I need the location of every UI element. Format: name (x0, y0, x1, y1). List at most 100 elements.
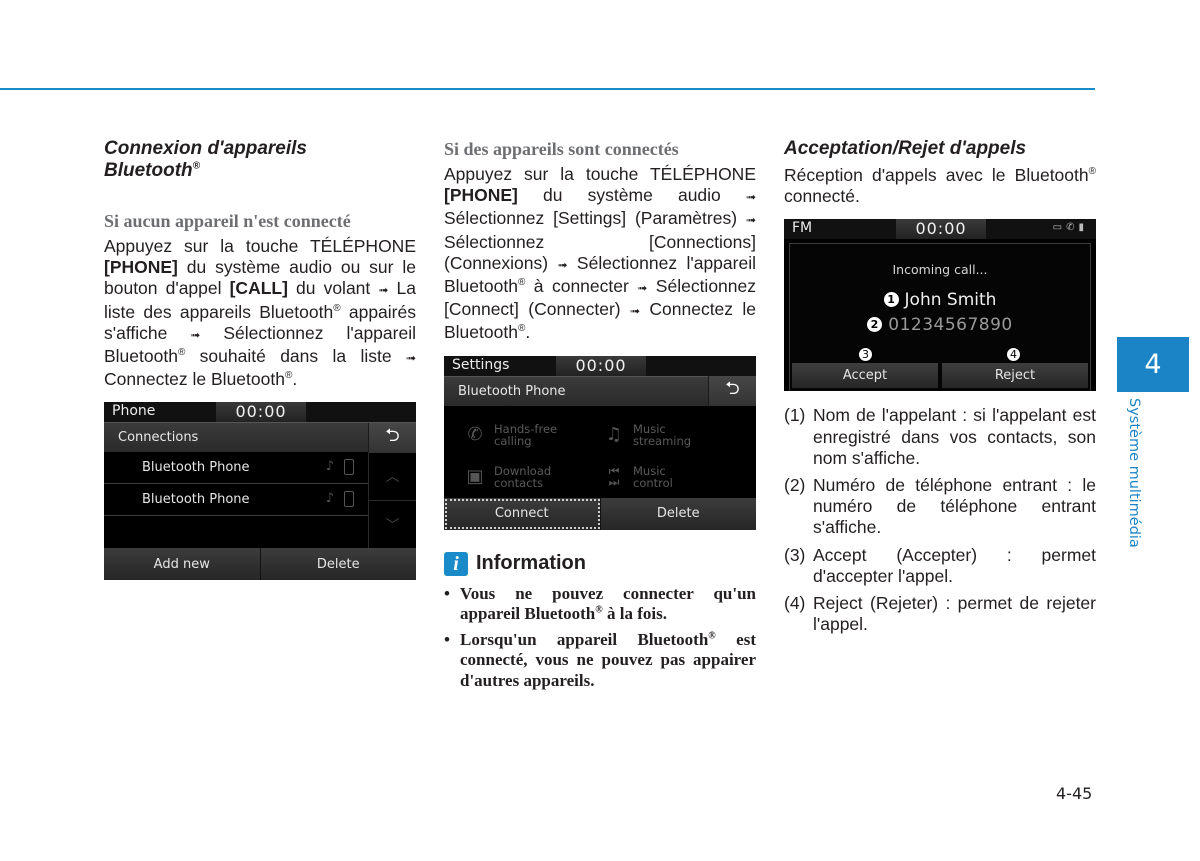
text: . (525, 322, 531, 343)
section-title-text: Bluetooth (104, 160, 193, 181)
back-arrow-icon: ⮌ (725, 378, 740, 400)
back-button[interactable]: ⮌ (708, 376, 756, 407)
text: Sélectionnez [Settings] (Paramètres) (444, 208, 746, 229)
subsection-title: Si aucun appareil n'est connecté (104, 211, 351, 231)
call-key-label: [CALL] (229, 278, 288, 299)
item-number: (4) (784, 593, 806, 614)
section-title: Connexion d'appareils Bluetooth® (104, 138, 416, 182)
audio-icon: ♪ (325, 491, 334, 507)
scroll-down-button[interactable]: ﹀ (369, 501, 416, 549)
callout-4: 4 (1006, 347, 1021, 363)
device-status-icons: ♪ (325, 491, 354, 508)
arrow-icon: ➟ (405, 351, 416, 366)
page-number: 4-45 (1056, 784, 1093, 803)
callout-description: (3) Accept (Accepter) : permet d'accepter… (784, 545, 1096, 587)
registered-mark: ® (1088, 166, 1096, 178)
device-list: Bluetooth Phone ♪ Bluetooth Phone ♪ (104, 452, 368, 548)
delete-button[interactable]: Delete (260, 548, 416, 581)
information-list: Vous ne pouvez connecter qu'un appareil … (444, 584, 756, 692)
feature-label-line2: control (633, 475, 673, 490)
contacts-icon: ▣ (466, 465, 484, 487)
back-button[interactable]: ⮌ (368, 422, 416, 453)
information-header: i Information (444, 551, 756, 576)
accept-button[interactable]: Accept (792, 363, 938, 389)
feature-grid: ✆ Hands-free calling ♫ Music streaming ▣ D… (444, 406, 756, 498)
item-text: Nom de l'appelant : si l'appelant est en… (813, 405, 1096, 468)
text: connecté. (784, 186, 860, 207)
status-title: FM (792, 220, 813, 237)
phone-key-label: [PHONE] (104, 257, 178, 278)
empty-list-row (104, 516, 368, 548)
callout-1: 1 (883, 292, 899, 308)
feature-music-streaming: ♫ Music streaming (603, 414, 742, 456)
phone-icon (344, 491, 354, 508)
feature-label-line2: calling (494, 433, 532, 448)
item-number: (3) (784, 544, 806, 565)
feature-label: Music streaming (633, 423, 691, 447)
column-connect-no-device: Connexion d'appareils Bluetooth® Si aucu… (104, 138, 416, 581)
scroll-controls: ︿ ﹀ (368, 452, 416, 549)
battery-icon: ▭ (1052, 222, 1067, 234)
intro-paragraph: Réception d'appels avec le Bluetooth® co… (784, 165, 1096, 207)
column-connect-existing: Si des appareils sont connectés Appuyez … (444, 138, 756, 696)
add-new-button[interactable]: Add new (104, 548, 261, 581)
status-bar: FM 00:00 ▭✆▮ (784, 219, 1096, 240)
incoming-call-label: Incoming call... (892, 262, 988, 278)
phone-key-label: [PHONE] (444, 185, 518, 206)
registered-mark: ® (595, 604, 603, 616)
device-name: Bluetooth Phone (142, 492, 250, 508)
caller-name: John Smith (904, 290, 997, 311)
callout-2: 2 (867, 317, 883, 333)
callout-description: (4) Reject (Rejeter) : permet de rejeter … (784, 593, 1096, 635)
screen-header: Connections ⮌ (104, 422, 416, 453)
section-title-line2: Bluetooth® (104, 160, 416, 182)
phone-icon (344, 459, 354, 476)
text: souhaité dans la liste (185, 346, 406, 367)
text: Appuyez sur la touche TÉLÉPHONE (104, 236, 416, 256)
screen-header: Bluetooth Phone ⮌ (444, 375, 756, 407)
chapter-tab[interactable]: 4 (1117, 337, 1189, 392)
text: du volant (287, 278, 379, 299)
call-panel: Incoming call... 1 John Smith 2 0123456789… (789, 243, 1091, 392)
registered-mark: ® (333, 302, 341, 314)
feature-music-control: ⏮ ⏭ Music control (603, 456, 742, 498)
callout-description: (2) Numéro de téléphone entrant : le numé… (784, 475, 1096, 539)
item-number: (1) (784, 405, 806, 426)
connect-button[interactable]: Connect (444, 497, 601, 530)
feature-label: Music control (633, 465, 673, 489)
item-text: Numéro de téléphone entrant : le numéro … (813, 475, 1096, 538)
audio-icon: ♪ (325, 459, 334, 475)
device-list-item[interactable]: Bluetooth Phone ♪ (104, 452, 368, 485)
status-bar: Settings 00:00 (444, 355, 756, 376)
text: Appuyez sur la touche TÉLÉPHONE (444, 164, 756, 184)
incoming-call-screen: FM 00:00 ▭✆▮ Incoming call... 1 John Smit… (784, 219, 1096, 392)
device-list-item[interactable]: Bluetooth Phone ♪ (104, 484, 368, 517)
music-streaming-icon: ♫ (605, 423, 623, 445)
delete-button[interactable]: Delete (600, 497, 756, 530)
chapter-title: Système multimédia (1126, 398, 1142, 548)
screen-header-title: Connections (118, 430, 199, 446)
arrow-icon: ➟ (190, 327, 201, 342)
caller-name-row: 1 John Smith (790, 290, 1090, 310)
scroll-up-button[interactable]: ︿ (369, 452, 416, 501)
action-buttons: Connect Delete (444, 497, 756, 530)
subsection-title: Si des appareils sont connectés (444, 139, 679, 159)
bluetooth-settings-screen: Settings 00:00 Bluetooth Phone ⮌ ✆ Hands… (444, 355, 756, 530)
clock: 00:00 (896, 219, 986, 240)
arrow-icon: ➟ (745, 190, 756, 205)
arrow-icon: ➟ (745, 213, 756, 228)
arrow-icon: ➟ (629, 304, 641, 319)
feature-handsfree: ✆ Hands-free calling (464, 414, 603, 456)
clock: 00:00 (216, 402, 306, 423)
arrow-icon: ➟ (637, 281, 648, 296)
status-title: Phone (112, 403, 156, 420)
section-title: Acceptation/Rejet d'appels (784, 138, 1027, 159)
text: Connectez le Bluetooth (104, 369, 285, 390)
call-icon: ✆ (1066, 222, 1079, 234)
status-bar: Phone 00:00 (104, 402, 416, 423)
header-rule (0, 88, 1095, 90)
registered-mark: ® (192, 160, 201, 172)
reject-button[interactable]: Reject (942, 363, 1088, 389)
feature-label-line2: streaming (633, 433, 692, 448)
feature-label-line2: contacts (494, 475, 544, 490)
